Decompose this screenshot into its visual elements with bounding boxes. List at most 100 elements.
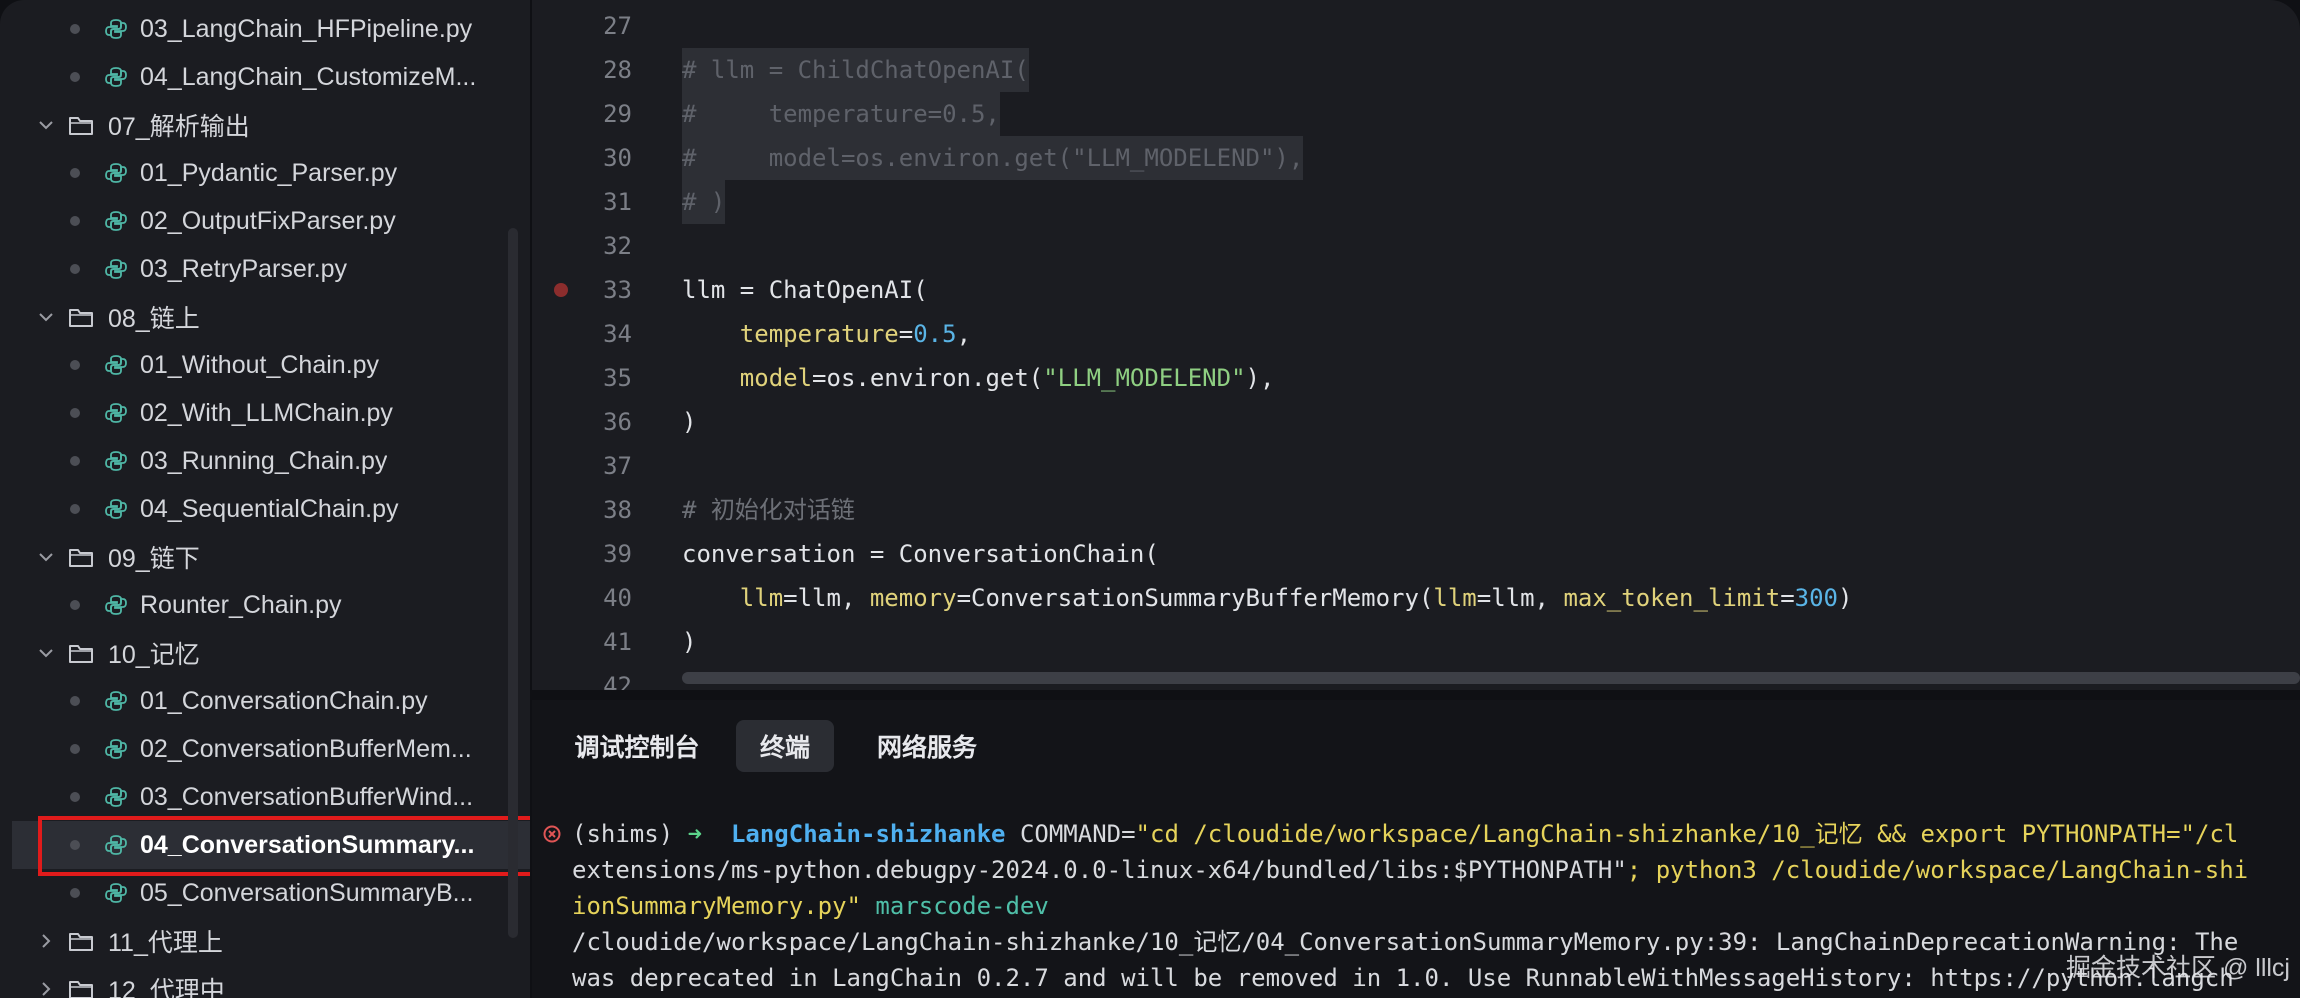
file-row[interactable]: 02_With_LLMChain.py <box>70 389 393 437</box>
folder-icon <box>69 645 93 663</box>
code-line[interactable]: 34 temperature=0.5, <box>532 312 2300 356</box>
code-token: = <box>898 320 914 348</box>
python-file-icon <box>105 451 127 471</box>
code-line[interactable]: 28 # llm = ChildChatOpenAI( <box>532 48 2300 92</box>
folder-row[interactable]: 11_代理上 <box>36 917 223 965</box>
line-number: 30 <box>603 144 632 172</box>
code-token: 300 <box>1794 584 1839 612</box>
code-line[interactable]: 33 llm = ChatOpenAI( <box>532 268 2300 312</box>
tree-item-label: 02_OutputFixParser.py <box>140 206 396 235</box>
terminal-segment: (shims) <box>572 820 688 848</box>
folder-row[interactable]: 09_链下 <box>36 533 200 581</box>
code-line[interactable]: 32 <box>532 224 2300 268</box>
file-row[interactable]: 01_Without_Chain.py <box>70 341 379 389</box>
chevron-down-icon[interactable] <box>36 115 56 135</box>
code-line[interactable]: 27 <box>532 4 2300 48</box>
file-row[interactable]: 04_LangChain_CustomizeM... <box>70 53 476 101</box>
file-row[interactable]: 03_ConversationBufferWind... <box>70 773 473 821</box>
tree-indent-dot <box>70 168 80 178</box>
tree-indent-dot <box>70 600 80 610</box>
chevron-right-icon[interactable] <box>36 931 56 951</box>
file-row[interactable]: 01_Pydantic_Parser.py <box>70 149 397 197</box>
line-number: 37 <box>603 452 632 480</box>
terminal-segment: ionSummaryMemory.py" <box>572 892 861 920</box>
terminal-segment: extensions/ms-python.debugpy-2024.0.0-li… <box>572 856 1627 884</box>
panel-tab[interactable]: 终端 <box>736 720 834 772</box>
file-row[interactable]: 04_SequentialChain.py <box>70 485 399 533</box>
file-row[interactable]: 01_ConversationChain.py <box>70 677 428 725</box>
code-token: "LLM_MODELEND" <box>1043 364 1246 392</box>
line-number: 35 <box>603 364 632 392</box>
file-row[interactable]: 02_OutputFixParser.py <box>70 197 396 245</box>
tree-item-label: 05_ConversationSummaryB... <box>140 878 474 907</box>
code-token: =llm, <box>1476 584 1564 612</box>
folder-row[interactable]: 08_链上 <box>36 293 200 341</box>
python-file-icon <box>105 19 127 39</box>
code-line[interactable]: 30 # model=os.environ.get("LLM_MODELEND")… <box>532 136 2300 180</box>
file-row[interactable]: 02_ConversationBufferMem... <box>70 725 472 773</box>
code-line[interactable]: 38 # 初始化对话链 <box>532 488 2300 532</box>
code-line[interactable]: 40 llm=llm, memory=ConversationSummaryBu… <box>532 576 2300 620</box>
code-line[interactable]: 37 <box>532 444 2300 488</box>
selection-highlight-box <box>38 816 530 876</box>
tree-item-label: 08_链上 <box>108 305 200 333</box>
code-line[interactable]: 35 model=os.environ.get("LLM_MODELEND"), <box>532 356 2300 400</box>
file-row[interactable]: Rounter_Chain.py <box>70 581 342 629</box>
code-line[interactable]: 41) <box>532 620 2300 664</box>
python-file-icon <box>105 787 127 807</box>
code-line[interactable]: 36) <box>532 400 2300 444</box>
chevron-down-icon[interactable] <box>36 547 56 567</box>
code-token: memory <box>869 584 957 612</box>
chevron-down-icon[interactable] <box>36 643 56 663</box>
tree-item-label: Rounter_Chain.py <box>140 590 342 619</box>
watermark: 掘金技术社区 @ lllcj <box>2066 954 2290 982</box>
file-row[interactable]: 03_Running_Chain.py <box>70 437 387 485</box>
tree-indent-dot <box>70 360 80 370</box>
code-line[interactable]: 42 <box>532 664 2300 690</box>
code-line[interactable]: 39 conversation = ConversationChain( <box>532 532 2300 576</box>
code-text: llm=llm, memory=ConversationSummaryBuffe… <box>682 576 1853 620</box>
file-row[interactable]: 03_RetryParser.py <box>70 245 347 293</box>
panel-tab[interactable]: 网络服务 <box>852 720 1002 772</box>
tree-item-label: 04_LangChain_CustomizeM... <box>140 62 477 91</box>
code-token: # 初始化对话链 <box>682 496 855 524</box>
tree-item-label: 01_Pydantic_Parser.py <box>140 158 398 187</box>
file-explorer: 03_LangChain_HFPipeline.py 04_LangChain_C… <box>0 0 530 998</box>
tree-indent-dot <box>70 456 80 466</box>
tree-item-label: 03_ConversationBufferWind... <box>140 782 474 811</box>
code-token: # ) <box>682 188 726 216</box>
code-text: ) <box>682 400 696 444</box>
tree-indent-dot <box>70 408 80 418</box>
code-line[interactable]: 31 # ) <box>532 180 2300 224</box>
python-file-icon <box>105 163 127 183</box>
terminal-segment: ➜ <box>687 820 731 848</box>
error-icon[interactable] <box>542 824 562 844</box>
python-file-icon <box>105 883 127 903</box>
folder-icon <box>69 309 93 327</box>
terminal-segment: was deprecated in LangChain 0.2.7 and wi… <box>572 964 2234 992</box>
code-token: # model=os.environ.get("LLM_MODELEND"), <box>682 144 1304 172</box>
folder-row[interactable]: 07_解析输出 <box>36 101 250 149</box>
tree-indent-dot <box>70 504 80 514</box>
code-text: # 初始化对话链 <box>682 488 855 532</box>
sidebar-scrollbar[interactable] <box>508 228 518 938</box>
tree-item-label: 12_代理中 <box>108 977 225 998</box>
terminal-line: (shims) ➜ LangChain-shizhanke COMMAND="c… <box>572 816 2238 852</box>
panel-tab[interactable]: 调试控制台 <box>562 720 712 772</box>
code-editor[interactable]: 27 28 # llm = ChildChatOpenAI(29 # temperat… <box>532 0 2300 690</box>
tree-item-label: 02_ConversationBufferMem... <box>140 734 472 763</box>
code-line[interactable]: 29 # temperature=0.5, <box>532 92 2300 136</box>
chevron-down-icon[interactable] <box>36 307 56 327</box>
line-number: 38 <box>603 496 632 524</box>
chevron-right-icon[interactable] <box>36 979 56 998</box>
folder-icon <box>69 933 93 951</box>
line-number: 31 <box>603 188 632 216</box>
folder-row[interactable]: 12_代理中 <box>36 965 225 998</box>
folder-row[interactable]: 10_记忆 <box>36 629 200 677</box>
tree-indent-dot <box>70 264 80 274</box>
file-row[interactable]: 03_LangChain_HFPipeline.py <box>70 5 472 53</box>
file-row[interactable]: 05_ConversationSummaryB... <box>70 869 473 917</box>
tree-item-label: 04_SequentialChain.py <box>140 494 399 523</box>
